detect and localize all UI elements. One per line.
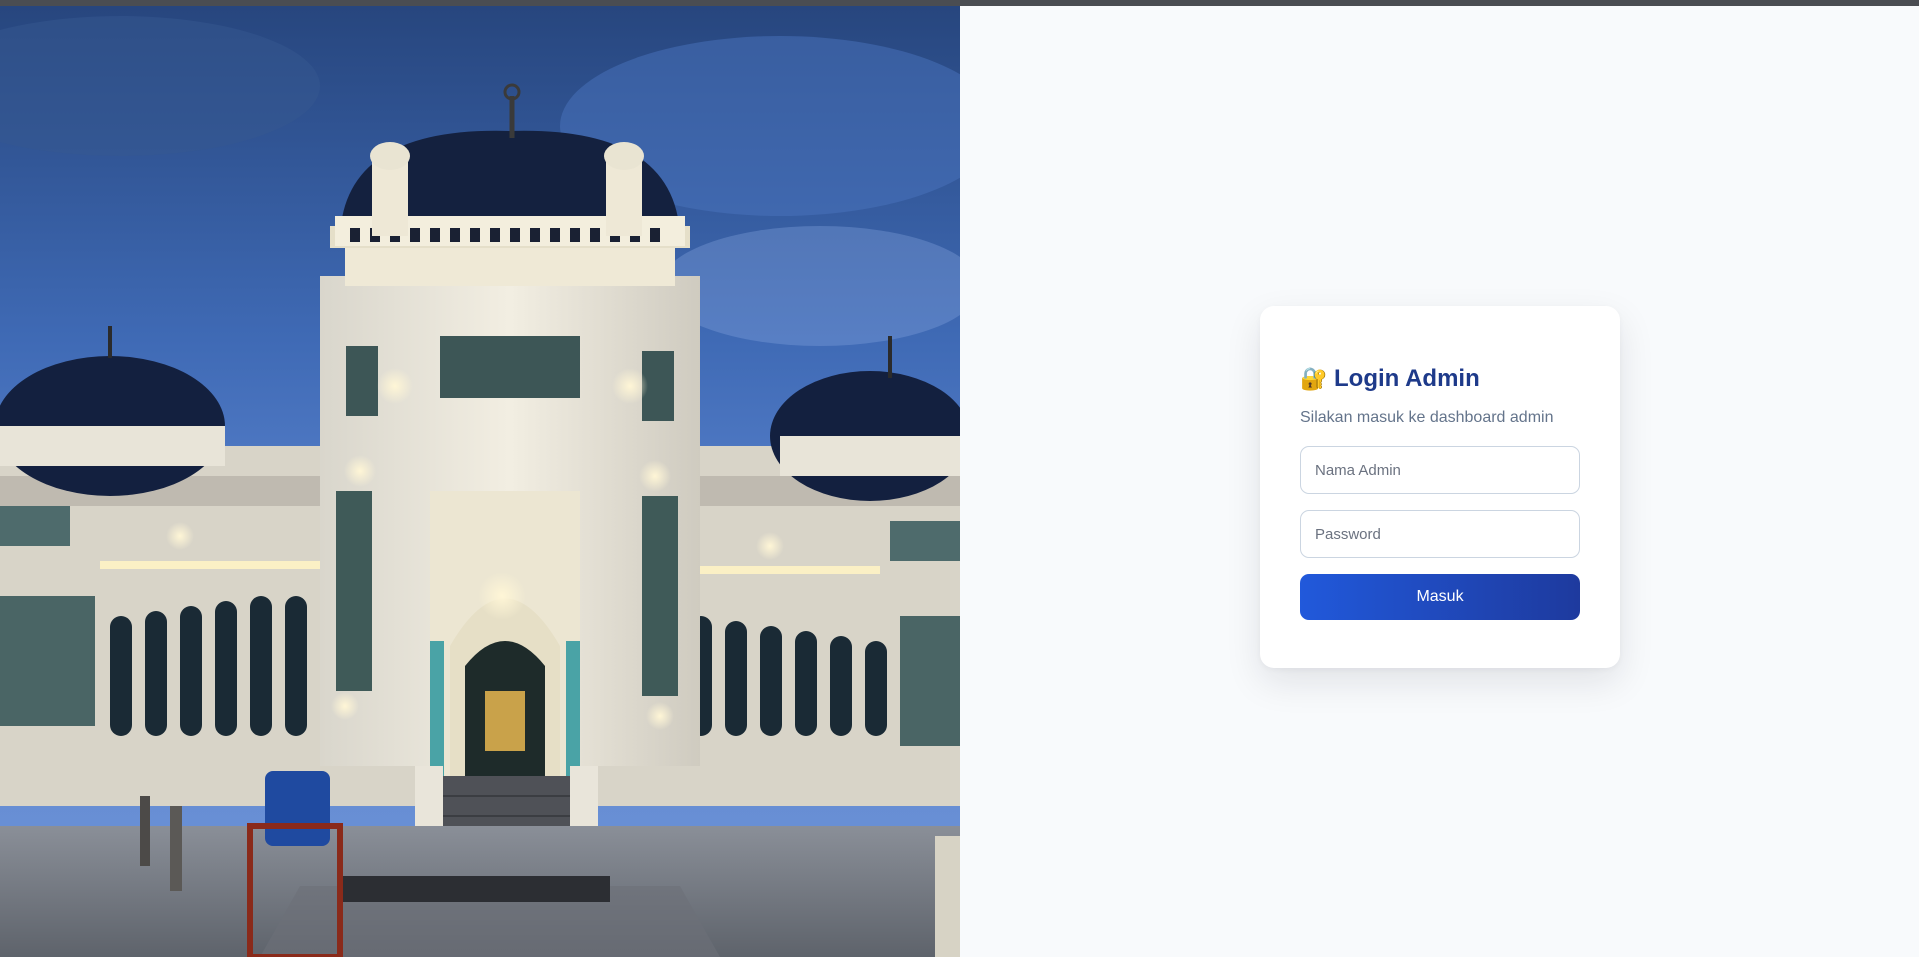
lock-with-key-icon: 🔐 <box>1300 366 1328 391</box>
login-panel: 🔐 Login Admin Silakan masuk ke dashboard… <box>960 6 1919 957</box>
hero-mosque-image <box>0 6 960 957</box>
login-card: 🔐 Login Admin Silakan masuk ke dashboard… <box>1260 306 1620 668</box>
browser-top-bar <box>0 0 1919 6</box>
mosque-illustration <box>0 6 960 957</box>
login-submit-button[interactable]: Masuk <box>1300 574 1580 620</box>
login-page: 🔐 Login Admin Silakan masuk ke dashboard… <box>0 6 1919 957</box>
admin-name-input[interactable] <box>1300 446 1580 494</box>
password-input[interactable] <box>1300 510 1580 558</box>
login-subtitle: Silakan masuk ke dashboard admin <box>1300 409 1554 426</box>
login-title: 🔐 Login Admin <box>1300 364 1580 394</box>
login-title-text: Login Admin <box>1334 365 1480 392</box>
